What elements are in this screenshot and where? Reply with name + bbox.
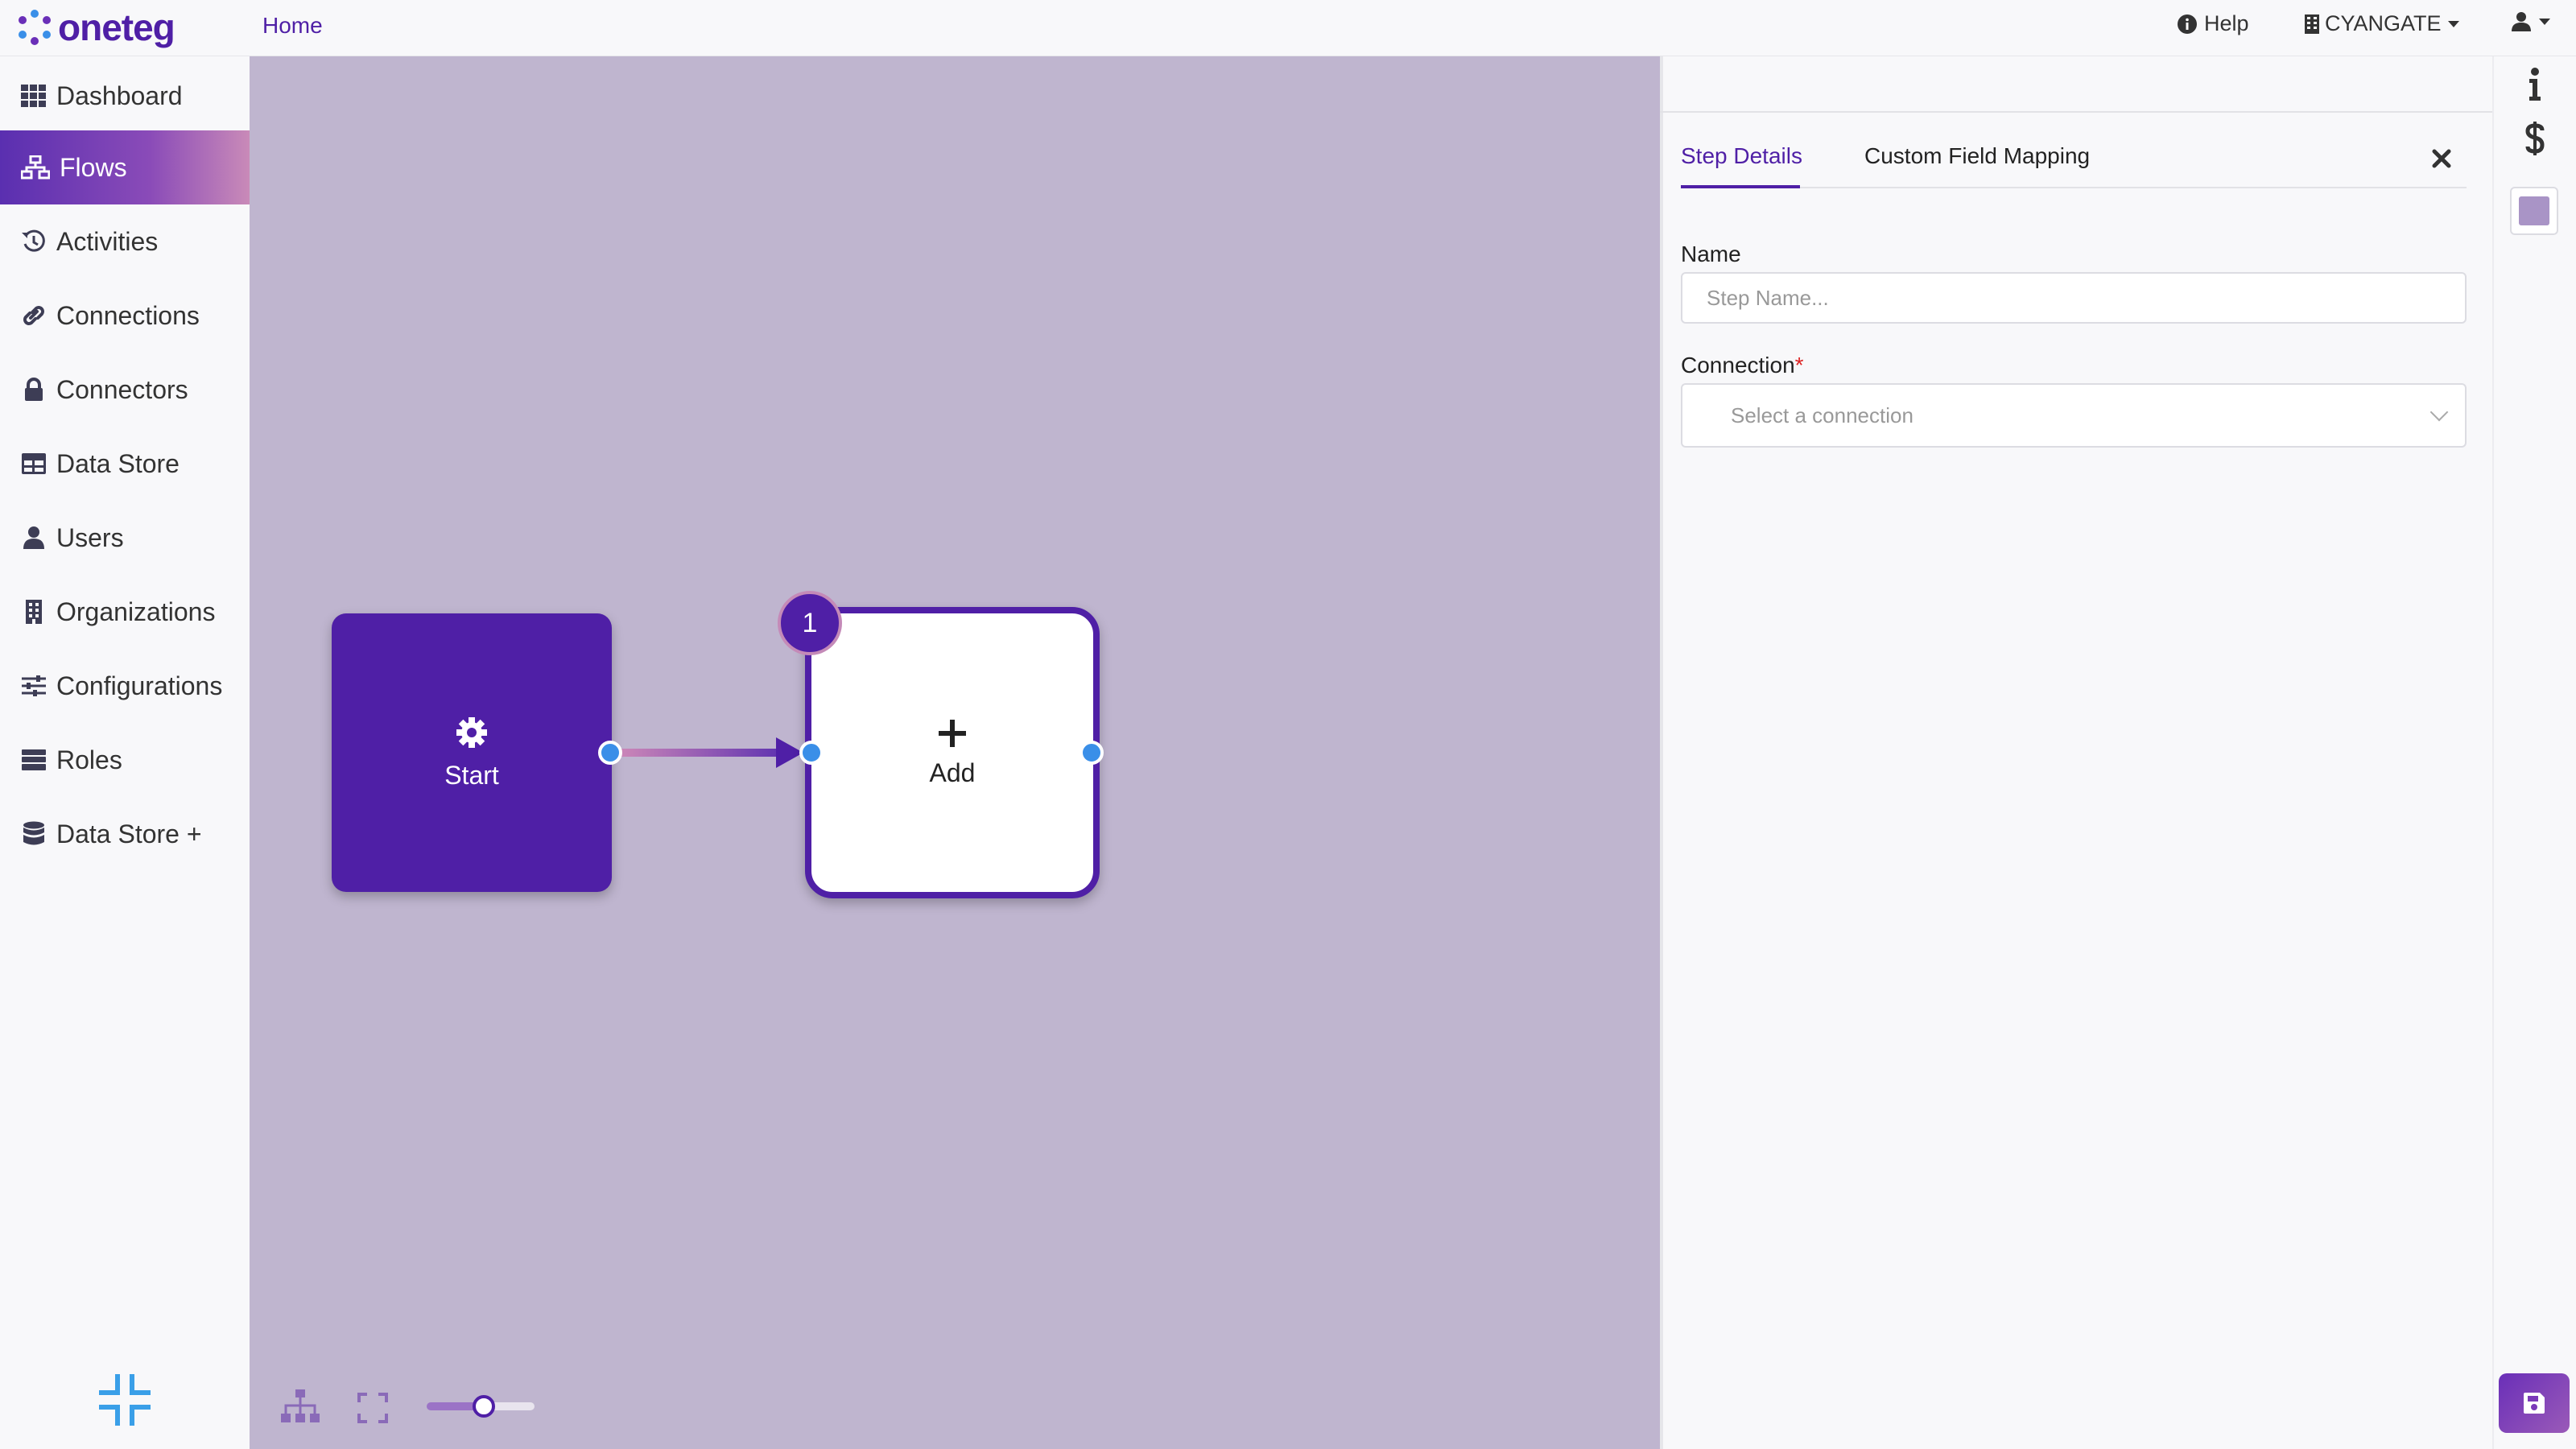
sidebar-item-roles[interactable]: Roles xyxy=(0,723,250,797)
auto-layout-icon[interactable] xyxy=(280,1389,320,1423)
tab-step-details[interactable]: Step Details xyxy=(1681,143,1802,169)
building-icon xyxy=(2305,14,2319,34)
add-output-port[interactable] xyxy=(1080,741,1104,765)
sidebar: Dashboard Flows Activities Connections C… xyxy=(0,56,250,1449)
gear-icon xyxy=(456,716,487,748)
sidebar-item-activities[interactable]: Activities xyxy=(0,204,250,279)
link-icon xyxy=(23,306,44,325)
color-picker-button[interactable] xyxy=(2510,187,2558,235)
connection-label-text: Connection xyxy=(1681,353,1795,378)
required-marker: * xyxy=(1794,353,1804,378)
sidebar-item-connections[interactable]: Connections xyxy=(0,279,250,353)
sidebar-item-connectors[interactable]: Connectors xyxy=(0,353,250,427)
step-name-input[interactable]: Step Name... xyxy=(1681,272,2467,324)
sitemap-icon xyxy=(21,155,50,180)
building-icon xyxy=(26,600,42,624)
org-dropdown[interactable]: CYANGATE xyxy=(2304,11,2459,36)
sidebar-item-data-store[interactable]: Data Store xyxy=(0,427,250,501)
plus-icon xyxy=(939,719,966,747)
fit-view-icon[interactable] xyxy=(357,1393,388,1423)
active-tab-indicator xyxy=(1681,185,1800,188)
connector-arrow xyxy=(613,737,803,768)
brand-name: oneteg xyxy=(58,6,175,48)
zoom-slider-thumb[interactable] xyxy=(473,1395,495,1418)
save-button[interactable] xyxy=(2499,1373,2570,1433)
caret-down-icon xyxy=(2539,19,2550,25)
lock-icon xyxy=(25,378,43,401)
user-icon xyxy=(23,526,44,549)
start-node-label: Start xyxy=(444,760,499,790)
name-label: Name xyxy=(1681,242,1741,266)
connection-label: Connection* xyxy=(1681,353,1804,378)
sliders-icon xyxy=(22,675,46,696)
sidebar-item-label: Dashboard xyxy=(56,80,183,110)
help-link[interactable]: Help xyxy=(2177,11,2249,36)
save-icon xyxy=(2524,1393,2545,1414)
add-step-node[interactable]: Add xyxy=(805,607,1100,898)
user-menu[interactable] xyxy=(2510,11,2550,32)
step-details-panel xyxy=(1660,56,2492,1449)
top-bar: oneteg Home Help CYANGATE xyxy=(0,0,2576,56)
server-icon xyxy=(22,749,46,770)
compress-icon[interactable] xyxy=(98,1373,151,1426)
sidebar-item-users[interactable]: Users xyxy=(0,501,250,575)
sidebar-item-label: Organizations xyxy=(56,597,216,626)
connection-placeholder: Select a connection xyxy=(1731,402,1913,427)
sidebar-item-label: Connectors xyxy=(56,374,188,404)
tab-custom-field-mapping[interactable]: Custom Field Mapping xyxy=(1864,143,2090,169)
sidebar-item-label: Users xyxy=(56,522,124,552)
sidebar-item-label: Activities xyxy=(56,226,159,256)
sidebar-item-data-store-plus[interactable]: Data Store + xyxy=(0,797,250,871)
breadcrumb-home[interactable]: Home xyxy=(262,13,323,39)
sidebar-item-configurations[interactable]: Configurations xyxy=(0,649,250,723)
panel-divider xyxy=(1660,111,2492,113)
sidebar-item-label: Roles xyxy=(56,745,122,774)
sidebar-item-dashboard[interactable]: Dashboard xyxy=(0,59,250,133)
user-icon xyxy=(2512,12,2531,31)
start-node[interactable]: Start xyxy=(332,613,612,892)
connection-select[interactable]: Select a connection xyxy=(1681,383,2467,448)
table-icon xyxy=(22,453,46,474)
right-toolbar xyxy=(2492,56,2576,1449)
add-node-label: Add xyxy=(929,758,976,787)
history-icon xyxy=(22,229,45,252)
info-icon[interactable] xyxy=(2528,68,2542,101)
sidebar-item-label: Configurations xyxy=(56,671,223,700)
info-circle-icon xyxy=(2178,14,2197,34)
grid-icon xyxy=(21,85,46,107)
sidebar-item-label: Data Store xyxy=(56,448,180,478)
oneteg-logo[interactable]: oneteg xyxy=(16,5,175,50)
dollar-icon[interactable] xyxy=(2524,121,2545,156)
sidebar-item-label: Connections xyxy=(56,300,200,330)
step-number-badge: 1 xyxy=(778,591,842,655)
org-label: CYANGATE xyxy=(2325,11,2442,35)
chevron-down-icon xyxy=(2429,402,2449,422)
step-name-placeholder: Step Name... xyxy=(1707,285,1829,310)
help-label: Help xyxy=(2204,11,2249,35)
sidebar-item-organizations[interactable]: Organizations xyxy=(0,575,250,649)
close-icon[interactable] xyxy=(2431,148,2452,169)
database-icon xyxy=(23,821,44,845)
add-input-port[interactable] xyxy=(799,741,824,765)
sidebar-item-label: Flows xyxy=(60,152,127,182)
sidebar-item-flows[interactable]: Flows xyxy=(0,130,250,204)
logo-icon xyxy=(19,10,51,45)
start-output-port[interactable] xyxy=(598,741,622,765)
sidebar-item-label: Data Store + xyxy=(56,819,202,848)
caret-down-icon xyxy=(2447,20,2459,27)
color-swatch xyxy=(2519,196,2549,225)
